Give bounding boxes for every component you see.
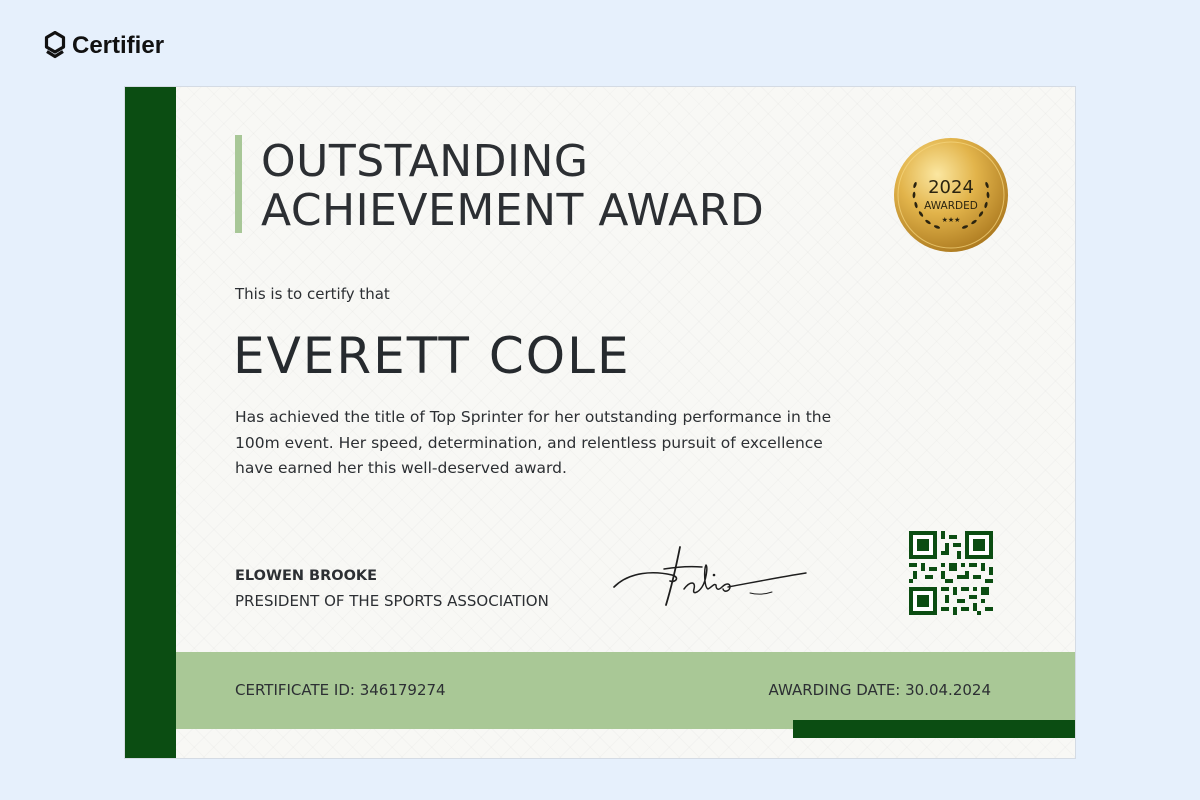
brand-name: Certifier [72, 32, 165, 59]
certifier-logo-icon [44, 31, 66, 59]
awarding-date: AWARDING DATE: 30.04.2024 [768, 681, 991, 699]
signer-title: PRESIDENT OF THE SPORTS ASSOCIATION [235, 592, 549, 610]
left-accent-band [125, 87, 176, 758]
certificate-title: OUTSTANDING ACHIEVEMENT AWARD [261, 137, 764, 235]
seal-stars: ★★★ [942, 216, 961, 224]
award-description: Has achieved the title of Top Sprinter f… [235, 408, 832, 477]
qr-code-icon[interactable] [909, 531, 993, 615]
seal-year: 2024 [928, 177, 974, 198]
seal-label: AWARDED [924, 200, 978, 212]
footer-band: CERTIFICATE ID: 346179274 AWARDING DATE:… [176, 652, 1075, 729]
intro-text: This is to certify that [235, 285, 390, 303]
certificate: OUTSTANDING ACHIEVEMENT AWARD 2024 AWARD… [124, 86, 1076, 759]
signer-name: ELOWEN BROOKE [235, 568, 378, 584]
recipient-name: EVERETT COLE [233, 327, 631, 385]
title-line-1: OUTSTANDING [261, 136, 589, 187]
title-line-2: ACHIEVEMENT AWARD [261, 185, 765, 236]
title-accent-bar [235, 135, 242, 233]
gold-seal-laurel-icon: 2024 AWARDED ★★★ [894, 138, 1008, 252]
brand-header: Certifier [44, 30, 164, 62]
handwritten-signature-icon [613, 546, 807, 606]
certificate-id: CERTIFICATE ID: 346179274 [235, 681, 446, 699]
corner-accent-bar [793, 720, 1075, 738]
